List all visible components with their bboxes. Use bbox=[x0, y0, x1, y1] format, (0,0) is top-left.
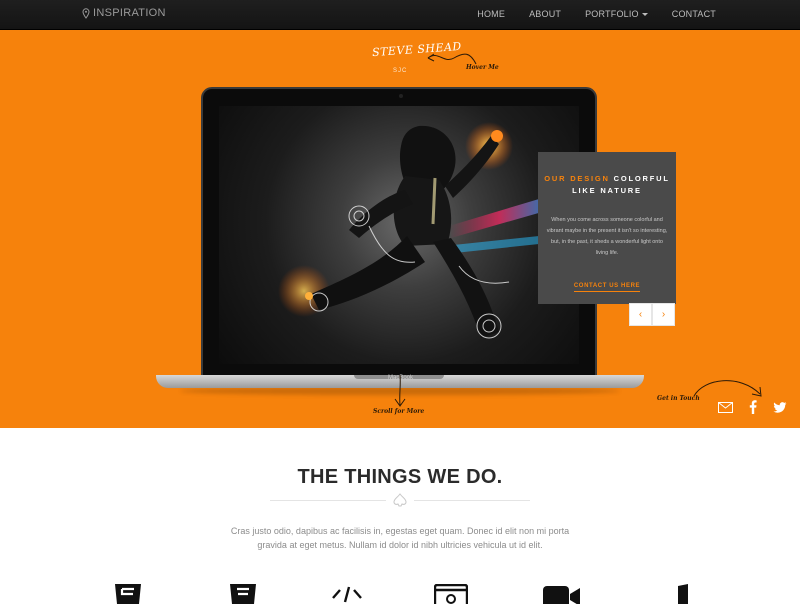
slider-next-button[interactable]: › bbox=[652, 303, 675, 326]
nav-item-portfolio[interactable]: PORTFOLIO bbox=[576, 0, 657, 29]
slider-controls: ‹ › bbox=[629, 303, 675, 326]
brand-label: INSPIRATION bbox=[93, 7, 166, 19]
divider-right bbox=[414, 500, 530, 501]
nav-item-contact[interactable]: CONTACT bbox=[663, 0, 725, 29]
card-body: When you come across someone colorful an… bbox=[546, 217, 668, 256]
laptop-screen-image bbox=[219, 106, 579, 364]
section-description: Cras justo odio, dapibus ac facilisis in… bbox=[230, 526, 570, 550]
card-heading-rest: COLORFUL bbox=[613, 174, 670, 183]
twitter-icon[interactable] bbox=[771, 399, 789, 415]
video-camera-icon bbox=[543, 586, 580, 604]
dancer-artwork bbox=[278, 122, 549, 339]
code-icon bbox=[332, 586, 362, 603]
main-menu: HOME ABOUT PORTFOLIO CONTACT bbox=[468, 0, 800, 29]
card-heading-line2: LIKE NATURE bbox=[572, 186, 642, 195]
css3-icon bbox=[230, 584, 256, 604]
browser-icon bbox=[434, 584, 468, 604]
scroll-hint: Scroll for More bbox=[373, 408, 425, 415]
nav-item-about[interactable]: ABOUT bbox=[520, 0, 570, 29]
slide-caption-card: OUR DESIGN COLORFUL LIKE NATURE When you… bbox=[538, 152, 676, 304]
spade-icon bbox=[393, 493, 407, 507]
hover-hint: Hover Me bbox=[466, 64, 499, 71]
section-title: THE THINGS WE DO. bbox=[297, 466, 503, 488]
camera-icon bbox=[399, 94, 403, 98]
music-icon bbox=[678, 584, 688, 604]
brand-link[interactable]: INSPIRATION bbox=[82, 7, 166, 19]
card-heading-accent: OUR DESIGN bbox=[544, 174, 610, 183]
caret-down-icon bbox=[641, 13, 648, 16]
hero-section: STEVE SHEAD SJC Hover Me MacBook OUR DES… bbox=[0, 30, 800, 428]
navbar: INSPIRATION HOME ABOUT PORTFOLIO CONTACT bbox=[0, 0, 800, 30]
map-pin-icon bbox=[82, 7, 90, 19]
slider-prev-button[interactable]: ‹ bbox=[629, 303, 652, 326]
card-heading: OUR DESIGN COLORFUL LIKE NATURE bbox=[538, 173, 676, 197]
touch-hint: Get in Touch bbox=[657, 395, 700, 402]
facebook-icon[interactable] bbox=[744, 399, 762, 415]
nav-item-home[interactable]: HOME bbox=[468, 0, 514, 29]
nav-item-portfolio-label: PORTFOLIO bbox=[585, 9, 639, 19]
html5-icon bbox=[115, 584, 141, 604]
mail-icon[interactable] bbox=[716, 399, 734, 415]
contact-us-link[interactable]: CONTACT US HERE bbox=[573, 283, 641, 292]
divider-left bbox=[270, 500, 386, 501]
signature-subtitle: SJC bbox=[393, 68, 408, 74]
scroll-arrow-icon bbox=[394, 374, 406, 407]
